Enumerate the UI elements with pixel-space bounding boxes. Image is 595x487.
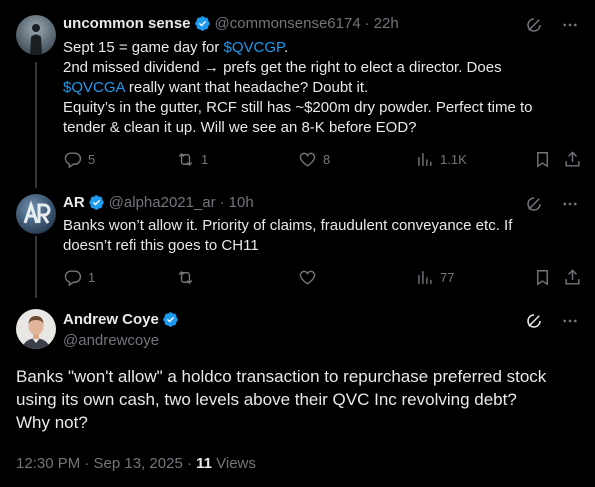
share-icon <box>565 150 580 167</box>
text-span: really want that headache? Doubt it. <box>124 79 369 96</box>
display-name[interactable]: uncommon sense <box>63 15 191 32</box>
reply-count: 5 <box>88 151 96 167</box>
share-button[interactable] <box>563 149 582 169</box>
repost-button[interactable]: 1 <box>176 149 208 169</box>
tweet-text-line: Equity’s in the gutter, RCF still has ~$… <box>63 98 583 118</box>
display-name[interactable]: Andrew Coye <box>63 311 159 328</box>
text-span: doesn’t refi this goes to CH11 <box>63 237 259 254</box>
avatar[interactable] <box>16 309 56 349</box>
avatar[interactable] <box>16 15 56 55</box>
tweet-text: Banks won’t allow it. Priority of claims… <box>63 216 583 256</box>
grok-icon[interactable] <box>525 312 543 330</box>
tweet-text-line: $QVCGA really want that headache? Doubt … <box>63 78 583 98</box>
tweet-header: AR @alpha2021_ar · 10h <box>63 194 254 211</box>
cashtag-link[interactable]: $QVCGA <box>63 79 125 96</box>
share-button[interactable] <box>563 267 582 287</box>
reply-tweet-2[interactable]: AR @alpha2021_ar · 10h Banks won’t allow… <box>0 185 595 295</box>
reply-icon <box>64 269 82 286</box>
reply-count: 1 <box>88 269 96 285</box>
like-button[interactable]: 8 <box>298 149 330 169</box>
verified-badge-icon <box>194 16 210 31</box>
timestamp[interactable]: 22h <box>374 15 399 32</box>
like-button[interactable] <box>298 267 323 287</box>
more-options-icon[interactable] <box>561 312 579 330</box>
tweet-text-line: using its own cash, two levels above the… <box>16 390 517 409</box>
repost-icon <box>178 270 193 284</box>
action-bar: 1 77 <box>63 267 583 287</box>
bookmark-button[interactable] <box>533 149 552 169</box>
repost-button[interactable] <box>176 267 201 287</box>
verified-badge-icon <box>88 195 104 210</box>
like-count: 8 <box>323 151 331 167</box>
reply-icon <box>64 151 82 168</box>
views-button[interactable]: 77 <box>415 267 454 287</box>
bookmark-icon <box>537 151 548 168</box>
user-handle[interactable]: @alpha2021_ar <box>109 194 216 211</box>
tweet-header: uncommon sense @commonsense6174 · 22h <box>63 15 399 32</box>
tweet-text: Banks "won't allow" a holdco transaction… <box>16 365 586 434</box>
text-span: Equity’s in the gutter, RCF still has ~$… <box>63 99 533 116</box>
grok-icon[interactable] <box>525 16 543 34</box>
views-button[interactable]: 1.1K <box>415 149 467 169</box>
post-timestamp[interactable]: 12:30 PM · Sep 13, 2025 · <box>16 455 196 472</box>
tweet-text-line: doesn’t refi this goes to CH11 <box>63 236 583 256</box>
separator-dot: · <box>364 15 370 32</box>
reply-button[interactable]: 1 <box>63 267 95 287</box>
tweet-text: Sept 15 = game day for $QVCGP. 2nd missed… <box>63 38 583 138</box>
tweet-text-line: Sept 15 = game day for $QVCGP. <box>63 38 583 58</box>
views-label: Views <box>211 455 256 472</box>
more-options-icon[interactable] <box>561 16 579 34</box>
timestamp[interactable]: 10h <box>229 194 254 211</box>
more-options-icon[interactable] <box>561 195 579 213</box>
tweet-meta: 12:30 PM · Sep 13, 2025 · 11 Views <box>16 455 256 472</box>
separator-dot: · <box>219 194 225 211</box>
corner-actions <box>525 195 579 213</box>
repost-count: 1 <box>201 151 209 167</box>
view-count: 1.1K <box>440 151 467 167</box>
grok-icon[interactable] <box>525 195 543 213</box>
share-icon <box>565 268 580 285</box>
heart-icon <box>299 152 316 167</box>
main-tweet: Andrew Coye @andrewcoye Banks "won't all… <box>0 295 595 487</box>
photo-avatar-icon <box>16 309 56 349</box>
ar-logo-avatar-icon <box>16 194 56 234</box>
heart-icon <box>299 270 316 285</box>
text-span: Banks won’t allow it. Priority of claims… <box>63 217 513 234</box>
text-span: . <box>284 39 289 56</box>
tweet-text-line: Why not? <box>16 413 88 432</box>
reply-tweet-1[interactable]: uncommon sense @commonsense6174 · 22h Se… <box>0 0 595 185</box>
tweet-text-line: Banks "won't allow" a holdco transaction… <box>16 367 547 386</box>
text-span: Sept 15 = game day for <box>63 39 224 56</box>
views-count: 11 <box>196 455 212 472</box>
display-name[interactable]: AR <box>63 194 85 211</box>
corner-actions <box>525 16 579 34</box>
analytics-icon <box>418 152 432 166</box>
corner-actions <box>525 312 579 330</box>
verified-badge-icon <box>163 312 178 327</box>
avatar[interactable] <box>16 194 56 234</box>
repost-icon <box>178 152 193 166</box>
tweet-text-line: 2nd missed dividend → prefs get the righ… <box>63 58 583 78</box>
user-handle[interactable]: @commonsense6174 <box>215 15 361 32</box>
view-count: 77 <box>440 269 455 285</box>
bookmark-button[interactable] <box>533 267 552 287</box>
action-bar: 5 1 8 1.1K <box>63 149 583 169</box>
text-span: 2nd missed dividend → prefs get the righ… <box>63 59 502 76</box>
analytics-icon <box>418 270 432 284</box>
tweet-text-line: tender & clean it up. Will we see an 8-K… <box>63 118 583 138</box>
user-handle[interactable]: @andrewcoye <box>63 332 159 349</box>
cashtag-link[interactable]: $QVCGP <box>224 39 285 56</box>
bookmark-icon <box>537 269 548 286</box>
author-name-row: Andrew Coye <box>63 311 179 328</box>
reply-button[interactable]: 5 <box>63 149 95 169</box>
text-span: tender & clean it up. Will we see an 8-K… <box>63 119 417 136</box>
silhouette-avatar-icon <box>16 15 56 55</box>
tweet-text-line: Banks won’t allow it. Priority of claims… <box>63 216 583 236</box>
